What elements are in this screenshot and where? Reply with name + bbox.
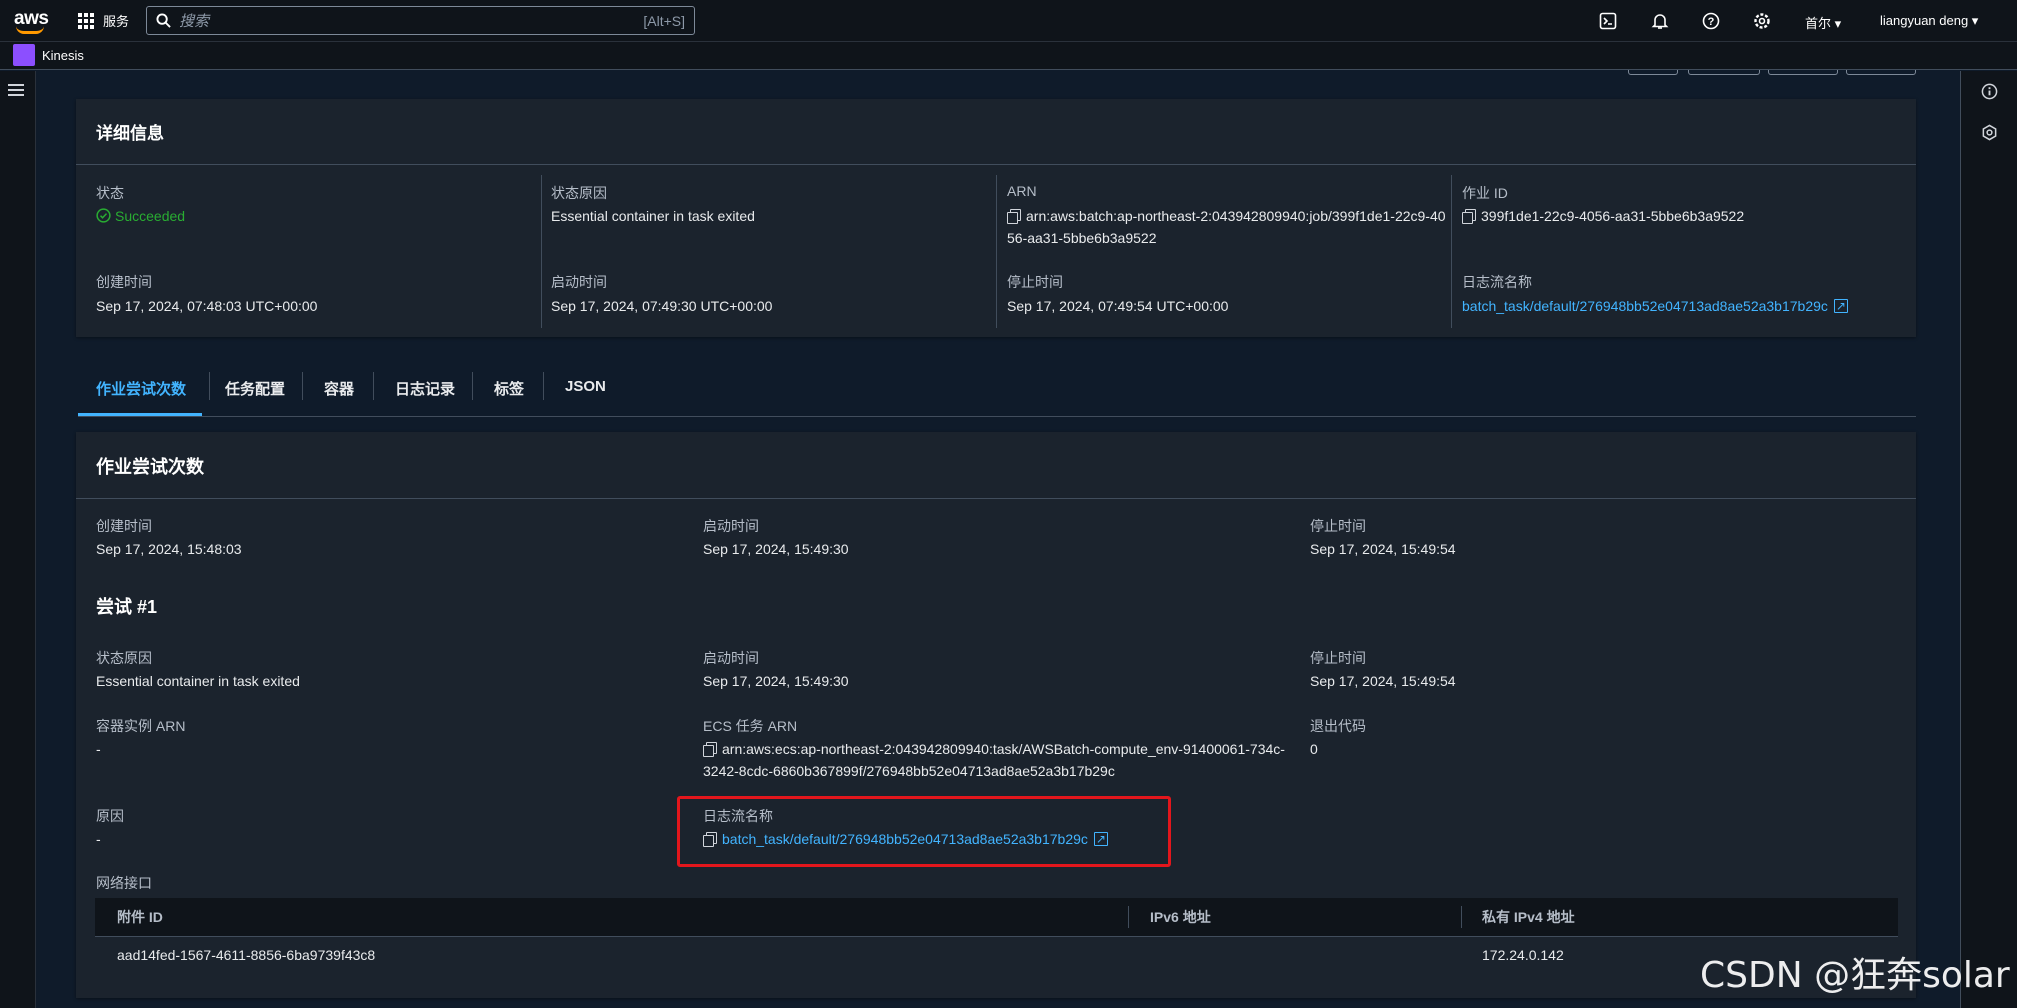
search-placeholder: 搜索 [179,13,210,30]
hamburger-menu-icon[interactable] [8,83,25,97]
svg-text:?: ? [1708,16,1715,28]
user-menu[interactable]: liangyuan deng ▾ [1880,13,1978,29]
kinesis-icon [13,44,35,66]
status-value: Succeeded [115,208,186,224]
status-reason-label: 状态原因 [551,185,607,201]
attempt1-started-label: 启动时间 [703,650,759,666]
arn-value: arn:aws:batch:ap-northeast-2:04394280994… [1007,208,1446,246]
container-arn-label: 容器实例 ARN [96,718,186,734]
column-header-attachment-id: 附件 ID [117,909,163,925]
ecs-task-arn-value: arn:aws:ecs:ap-northeast-2:043942809940:… [703,741,1285,779]
job-id-value: 399f1de1-22c9-4056-aa31-5bbe6b3a9522 [1481,208,1745,224]
attempt-stopped-label: 停止时间 [1310,518,1366,534]
created-time-label: 创建时间 [96,274,152,290]
kinesis-service-link[interactable]: Kinesis [42,48,84,63]
attempt1-stopped-value: Sep 17, 2024, 15:49:54 [1310,673,1456,689]
tab-job-attempts[interactable]: 作业尝试次数 [96,378,186,399]
tab-json[interactable]: JSON [565,378,606,395]
table-cell-attachment-id: aad14fed-1567-4611-8856-6ba9739f43c8 [117,947,376,963]
cloudshell-icon[interactable] [1599,12,1617,30]
grid-icon [78,12,94,29]
action-button[interactable] [1628,70,1678,75]
table-header [95,898,1898,936]
services-menu-button[interactable]: 服务 [78,11,129,30]
active-tab-indicator [78,413,202,416]
attempt1-stopped-label: 停止时间 [1310,650,1366,666]
attempt-reason-label: 状态原因 [96,650,152,666]
log-stream-value: batch_task/default/276948bb52e04713ad8ae… [1462,298,1828,314]
search-icon [156,13,171,28]
job-id-block: 399f1de1-22c9-4056-aa31-5bbe6b3a9522 [1462,205,1744,227]
log-stream-label: 日志流名称 [1462,274,1532,290]
attempt-created-value: Sep 17, 2024, 15:48:03 [96,541,242,557]
services-label: 服务 [103,14,130,29]
attempt-reason-value: Essential container in task exited [96,673,300,689]
settings-hex-icon[interactable] [1981,124,1998,141]
exit-code-label: 退出代码 [1310,718,1366,734]
table-cell-private-ipv4: 172.24.0.142 [1482,947,1564,963]
aws-logo[interactable]: aws [12,6,49,36]
bell-icon[interactable] [1651,12,1669,30]
arn-value-block: arn:aws:batch:ap-northeast-2:04394280994… [1007,205,1447,249]
service-bar [0,42,2017,70]
gear-icon[interactable] [1753,12,1771,30]
arn-label: ARN [1007,183,1037,199]
exit-code-value: 0 [1310,741,1318,757]
job-attempts-title: 作业尝试次数 [96,457,204,477]
search-shortcut: [Alt+S] [643,12,685,29]
left-rail [0,71,36,1008]
started-time-value: Sep 17, 2024, 07:49:30 UTC+00:00 [551,298,773,314]
created-time-value: Sep 17, 2024, 07:48:03 UTC+00:00 [96,298,318,314]
attempt-started-value: Sep 17, 2024, 15:49:30 [703,541,849,557]
watermark: CSDN @狂奔solar [1700,955,2010,996]
column-header-private-ipv4: 私有 IPv4 地址 [1482,909,1575,925]
started-time-label: 启动时间 [551,274,607,290]
attempt-created-label: 创建时间 [96,518,152,534]
log-stream-link[interactable]: batch_task/default/276948bb52e04713ad8ae… [1462,295,1848,317]
copy-icon[interactable] [1462,209,1476,224]
action-button[interactable] [1768,70,1838,75]
attempt-started-label: 启动时间 [703,518,759,534]
status-badge: Succeeded [96,205,185,227]
search-input[interactable]: 搜索 [Alt+S] [146,6,695,35]
external-link-icon [1833,295,1848,317]
highlight-box [677,796,1171,867]
ecs-task-arn-block: arn:aws:ecs:ap-northeast-2:043942809940:… [703,738,1291,782]
tab-logging[interactable]: 日志记录 [395,378,455,399]
status-reason-value: Essential container in task exited [551,208,755,224]
tab-task-config[interactable]: 任务配置 [225,378,285,399]
attempt-heading: 尝试 #1 [96,597,158,617]
attempt1-started-value: Sep 17, 2024, 15:49:30 [703,673,849,689]
help-icon[interactable]: ? [1702,12,1720,30]
info-icon[interactable] [1981,83,1998,100]
copy-icon[interactable] [703,742,717,757]
network-interface-label: 网络接口 [96,875,152,891]
cause-label: 原因 [96,808,124,824]
details-title: 详细信息 [96,124,164,143]
copy-icon[interactable] [1007,209,1021,224]
ecs-task-arn-label: ECS 任务 ARN [703,718,798,734]
check-circle-icon [96,208,111,223]
stopped-time-value: Sep 17, 2024, 07:49:54 UTC+00:00 [1007,298,1229,314]
job-id-label: 作业 ID [1462,185,1508,201]
stopped-time-label: 停止时间 [1007,274,1063,290]
cause-value: - [96,831,101,847]
container-arn-value: - [96,741,101,757]
right-rail [1960,71,2017,1008]
column-header-ipv6: IPv6 地址 [1150,909,1211,925]
tab-tags[interactable]: 标签 [494,378,524,399]
attempt-stopped-value: Sep 17, 2024, 15:49:54 [1310,541,1456,557]
tab-container[interactable]: 容器 [324,378,354,399]
action-button[interactable] [1846,70,1916,75]
action-button[interactable] [1688,70,1760,75]
status-label: 状态 [96,185,124,201]
region-selector[interactable]: 首尔 ▾ [1805,13,1841,32]
